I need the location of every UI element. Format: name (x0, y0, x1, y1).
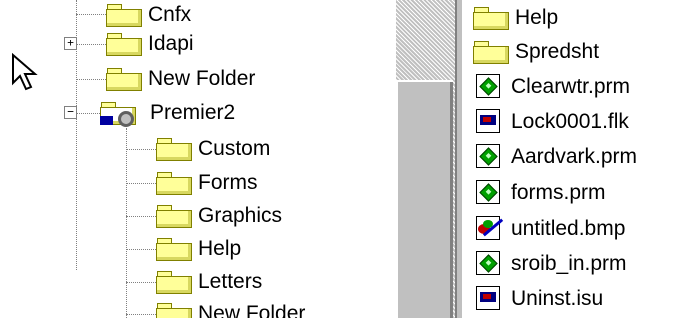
tree-item-forms[interactable]: Forms (156, 168, 258, 198)
folder-tree-pane: + − Cnfx Idapi New Folder Premier2 Custo… (0, 0, 396, 318)
tree-line (126, 282, 156, 283)
tree-item-new-folder-2[interactable]: New Folder (156, 299, 305, 318)
tree-item-label: Custom (198, 137, 271, 160)
folder-icon (156, 303, 192, 318)
tree-item-label: New Folder (198, 302, 306, 318)
list-item-label: Aardvark.prm (511, 145, 638, 168)
folder-icon (156, 238, 192, 261)
list-item-aardvark[interactable]: Aardvark.prm (473, 142, 637, 172)
list-item-clearwtr[interactable]: Clearwtr.prm (473, 72, 630, 102)
prm-file-icon (473, 144, 505, 170)
folder-icon (156, 138, 192, 161)
tree-item-custom[interactable]: Custom (156, 134, 270, 164)
tree-item-help[interactable]: Help (156, 234, 241, 264)
tree-line (76, 79, 106, 80)
list-item-label: Spredsht (515, 40, 600, 63)
list-item-forms-prm[interactable]: forms.prm (473, 178, 606, 208)
folder-icon (106, 4, 142, 27)
tree-line (76, 14, 106, 15)
collapse-toggle[interactable]: − (64, 106, 77, 119)
mouse-pointer-icon (12, 53, 38, 91)
prm-file-icon (473, 180, 505, 206)
tree-line (126, 183, 156, 184)
tree-item-label: New Folder (148, 67, 256, 90)
list-item-untitled-bmp[interactable]: untitled.bmp (473, 214, 625, 244)
scrollbar-thumb[interactable] (396, 80, 453, 318)
tree-item-label: Help (198, 237, 242, 260)
pane-splitter[interactable] (455, 0, 463, 318)
tree-item-label: Letters (198, 270, 263, 293)
folder-icon (473, 41, 509, 64)
tree-item-label: Cnfx (148, 3, 192, 26)
list-item-label: forms.prm (511, 181, 606, 204)
folder-icon (473, 7, 509, 30)
prm-file-icon (473, 74, 505, 100)
tree-item-label: Idapi (148, 32, 194, 55)
tree-item-letters[interactable]: Letters (156, 267, 262, 297)
list-item-help[interactable]: Help (473, 3, 558, 33)
tree-item-label: Graphics (198, 204, 283, 227)
tree-line (126, 314, 156, 315)
prm-file-icon (473, 251, 505, 277)
isu-file-icon (473, 286, 505, 312)
list-item-sroib-in[interactable]: sroib_in.prm (473, 249, 627, 279)
folder-icon (156, 172, 192, 195)
tree-item-premier2[interactable]: Premier2 (100, 98, 235, 128)
expand-toggle[interactable]: + (64, 37, 77, 50)
tree-item-label: Forms (198, 171, 258, 194)
list-item-label: Help (515, 6, 559, 29)
tree-vertical-scrollbar[interactable] (396, 0, 455, 318)
tree-item-graphics[interactable]: Graphics (156, 201, 282, 231)
folder-icon (106, 68, 142, 91)
file-list-pane: Help Spredsht Clearwtr.prm Lock0001.flk … (463, 0, 684, 318)
list-item-label: Uninst.isu (511, 287, 604, 310)
list-item-spredsht[interactable]: Spredsht (473, 37, 599, 67)
tree-item-cnfx[interactable]: Cnfx (106, 0, 191, 30)
folder-icon (156, 205, 192, 228)
tree-line (126, 216, 156, 217)
bitmap-file-icon (473, 216, 505, 242)
flk-file-icon (473, 109, 505, 135)
tree-line (126, 149, 156, 150)
tree-item-label: Premier2 (150, 101, 236, 124)
list-item-uninst-isu[interactable]: Uninst.isu (473, 284, 603, 314)
folder-icon (106, 33, 142, 56)
tree-line (76, 44, 106, 45)
list-item-label: Clearwtr.prm (511, 75, 631, 98)
folder-icon (156, 271, 192, 294)
tree-line (126, 249, 156, 250)
list-item-lock0001[interactable]: Lock0001.flk (473, 107, 629, 137)
open-folder-icon (100, 102, 144, 127)
tree-item-new-folder[interactable]: New Folder (106, 64, 255, 94)
tree-item-idapi[interactable]: Idapi (106, 29, 194, 59)
list-item-label: sroib_in.prm (511, 252, 627, 275)
list-item-label: untitled.bmp (511, 217, 626, 240)
tree-line (126, 128, 127, 318)
list-item-label: Lock0001.flk (511, 110, 629, 133)
